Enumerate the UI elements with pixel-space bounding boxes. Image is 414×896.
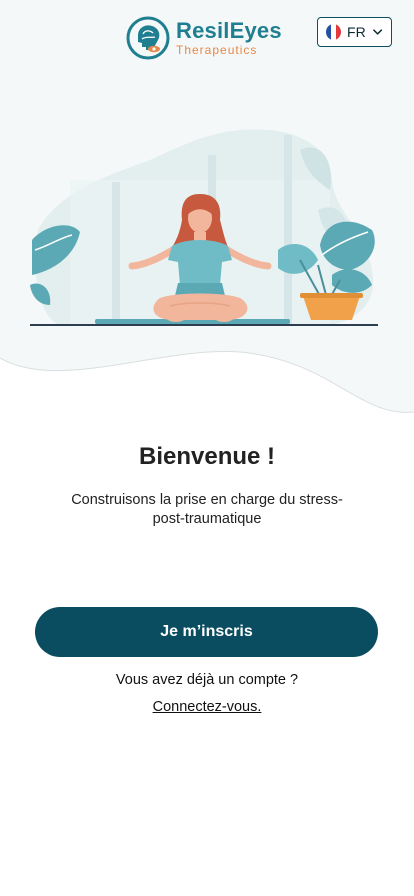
logo-subtitle: Therapeutics: [176, 43, 258, 57]
page-subtitle: Construisons la prise en charge du stres…: [71, 492, 343, 527]
language-selector[interactable]: FR: [317, 17, 392, 47]
have-account-text: Vous avez déjà un compte ?: [115, 672, 299, 688]
signup-button[interactable]: Je m’inscris: [35, 607, 378, 657]
language-label: FR: [347, 24, 366, 40]
brain-eye-logo-icon: [126, 16, 170, 60]
meditation-illustration: [30, 129, 378, 326]
chevron-down-icon: [372, 29, 382, 35]
logo-name: ResilEyes: [176, 18, 282, 43]
login-link[interactable]: Connectez-vous.: [153, 699, 262, 715]
app-logo: ResilEyes Therapeutics: [126, 16, 282, 60]
page-title: Bienvenue !: [138, 443, 276, 470]
login-link-wrapper: Connectez-vous.: [0, 699, 414, 715]
welcome-screen: ResilEyes Therapeutics FR Bienvenue ! Co…: [0, 0, 414, 896]
france-flag-icon: [326, 24, 342, 40]
